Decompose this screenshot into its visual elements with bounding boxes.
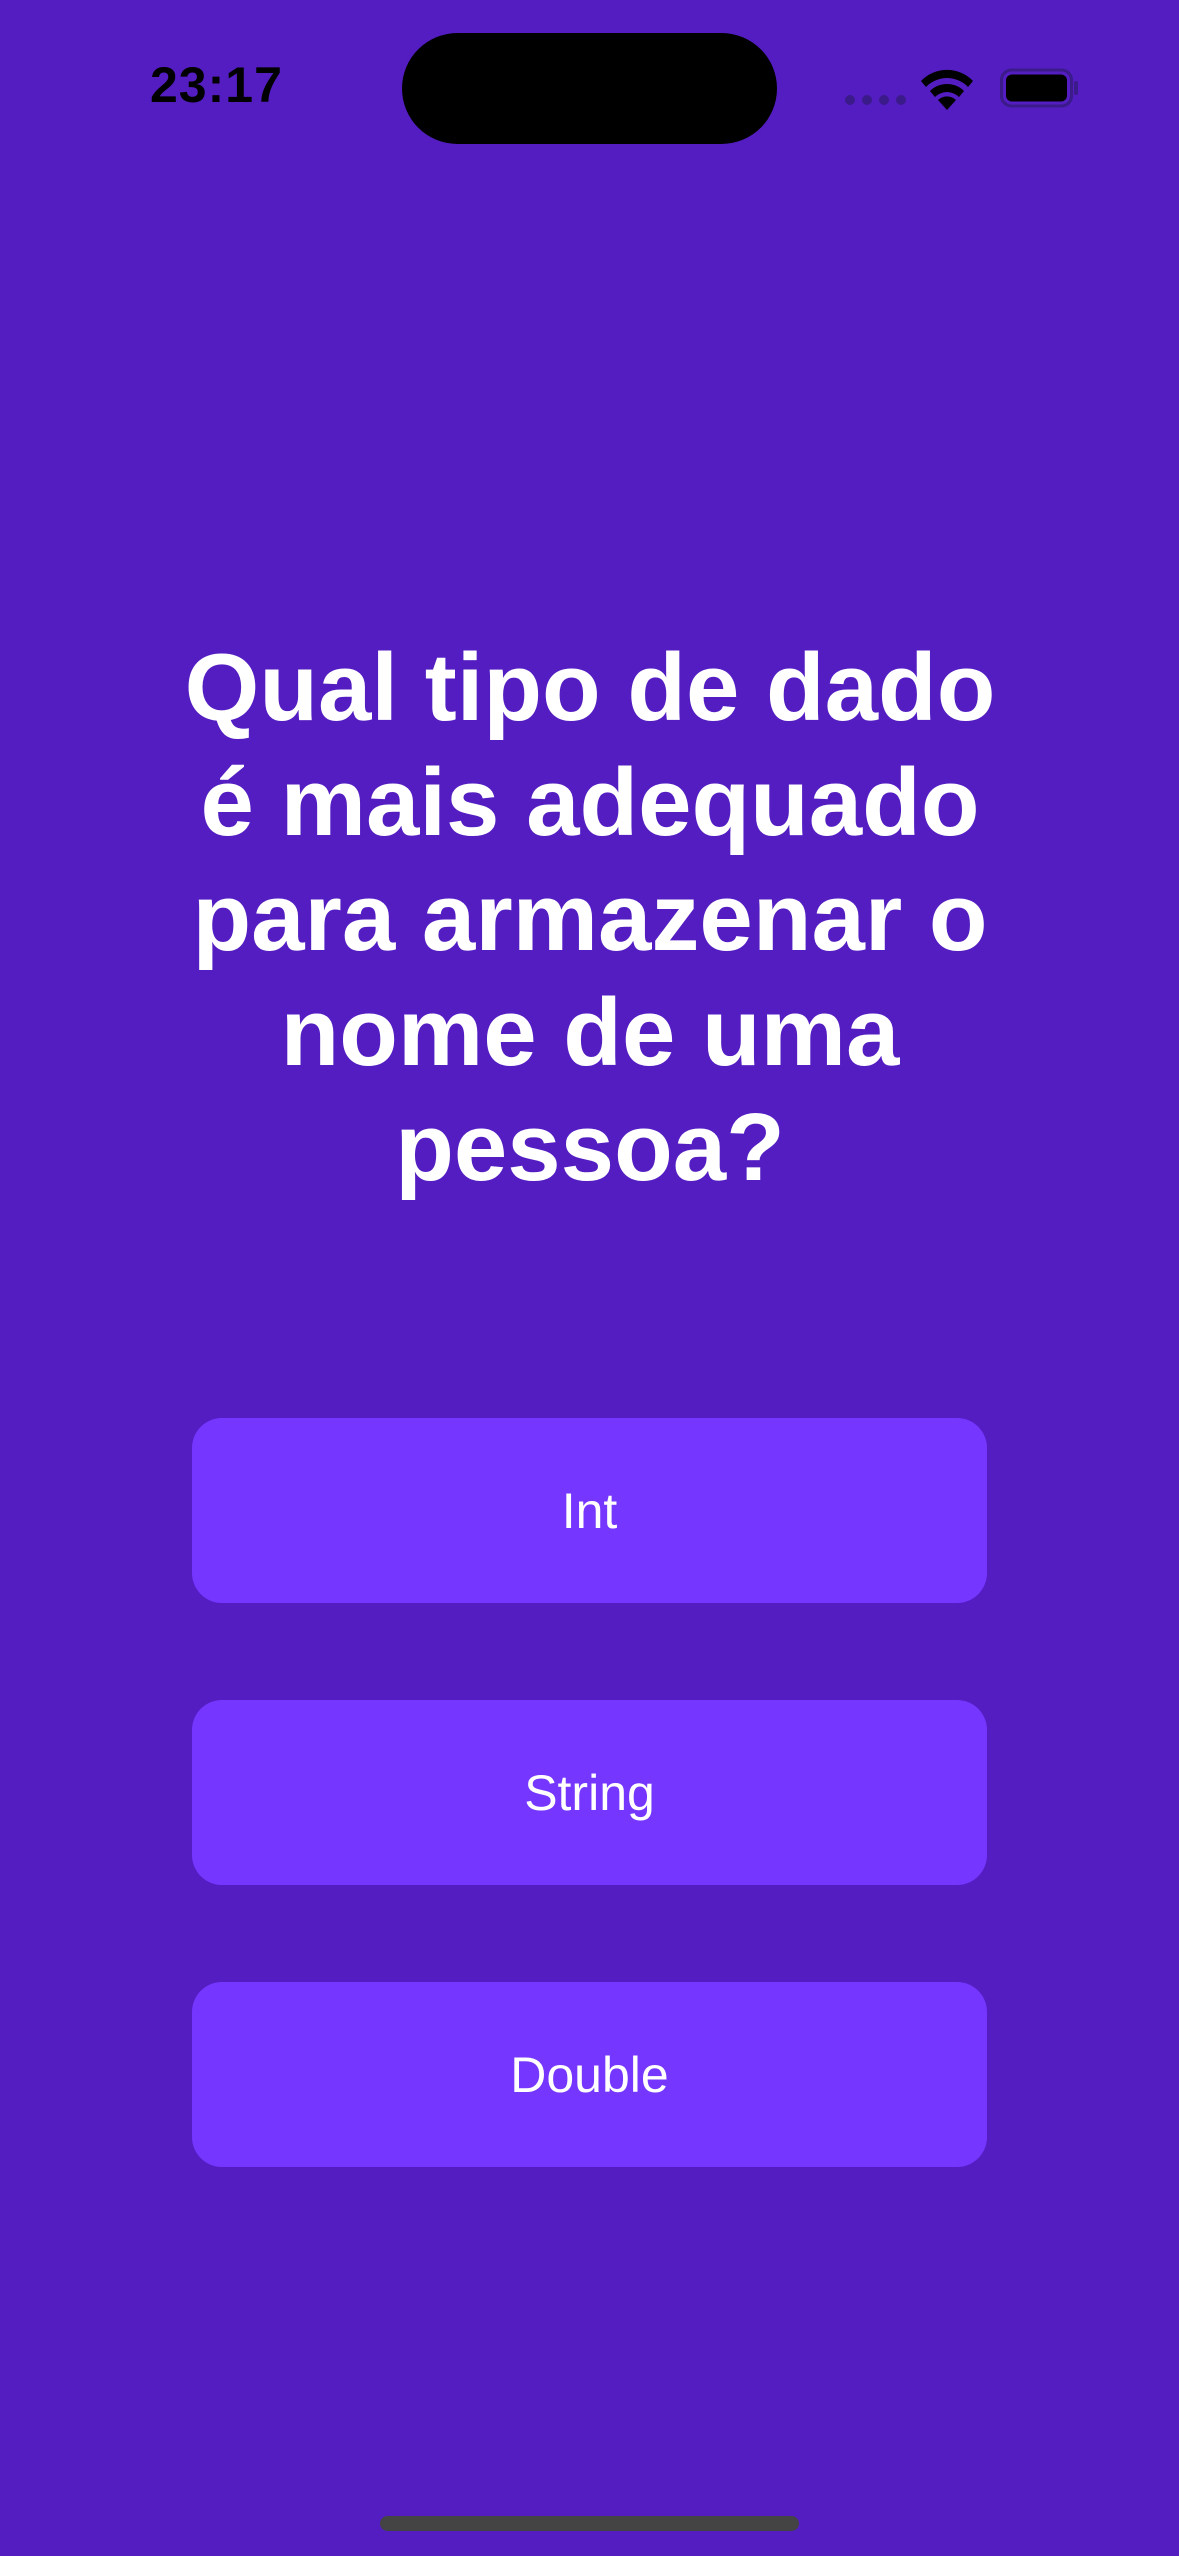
answer-button-int[interactable]: Int	[192, 1418, 987, 1603]
status-bar: 23:17	[0, 0, 1179, 170]
battery-icon	[1000, 68, 1078, 108]
cellular-signal-icon	[845, 95, 906, 105]
answer-button-double[interactable]: Double	[192, 1982, 987, 2167]
answer-button-string[interactable]: String	[192, 1700, 987, 1885]
dynamic-island	[402, 33, 777, 144]
question-text: Qual tipo de dado é mais adequado para a…	[184, 634, 996, 1201]
status-time: 23:17	[150, 57, 283, 113]
wifi-icon	[921, 69, 973, 110]
home-indicator[interactable]	[380, 2516, 799, 2531]
